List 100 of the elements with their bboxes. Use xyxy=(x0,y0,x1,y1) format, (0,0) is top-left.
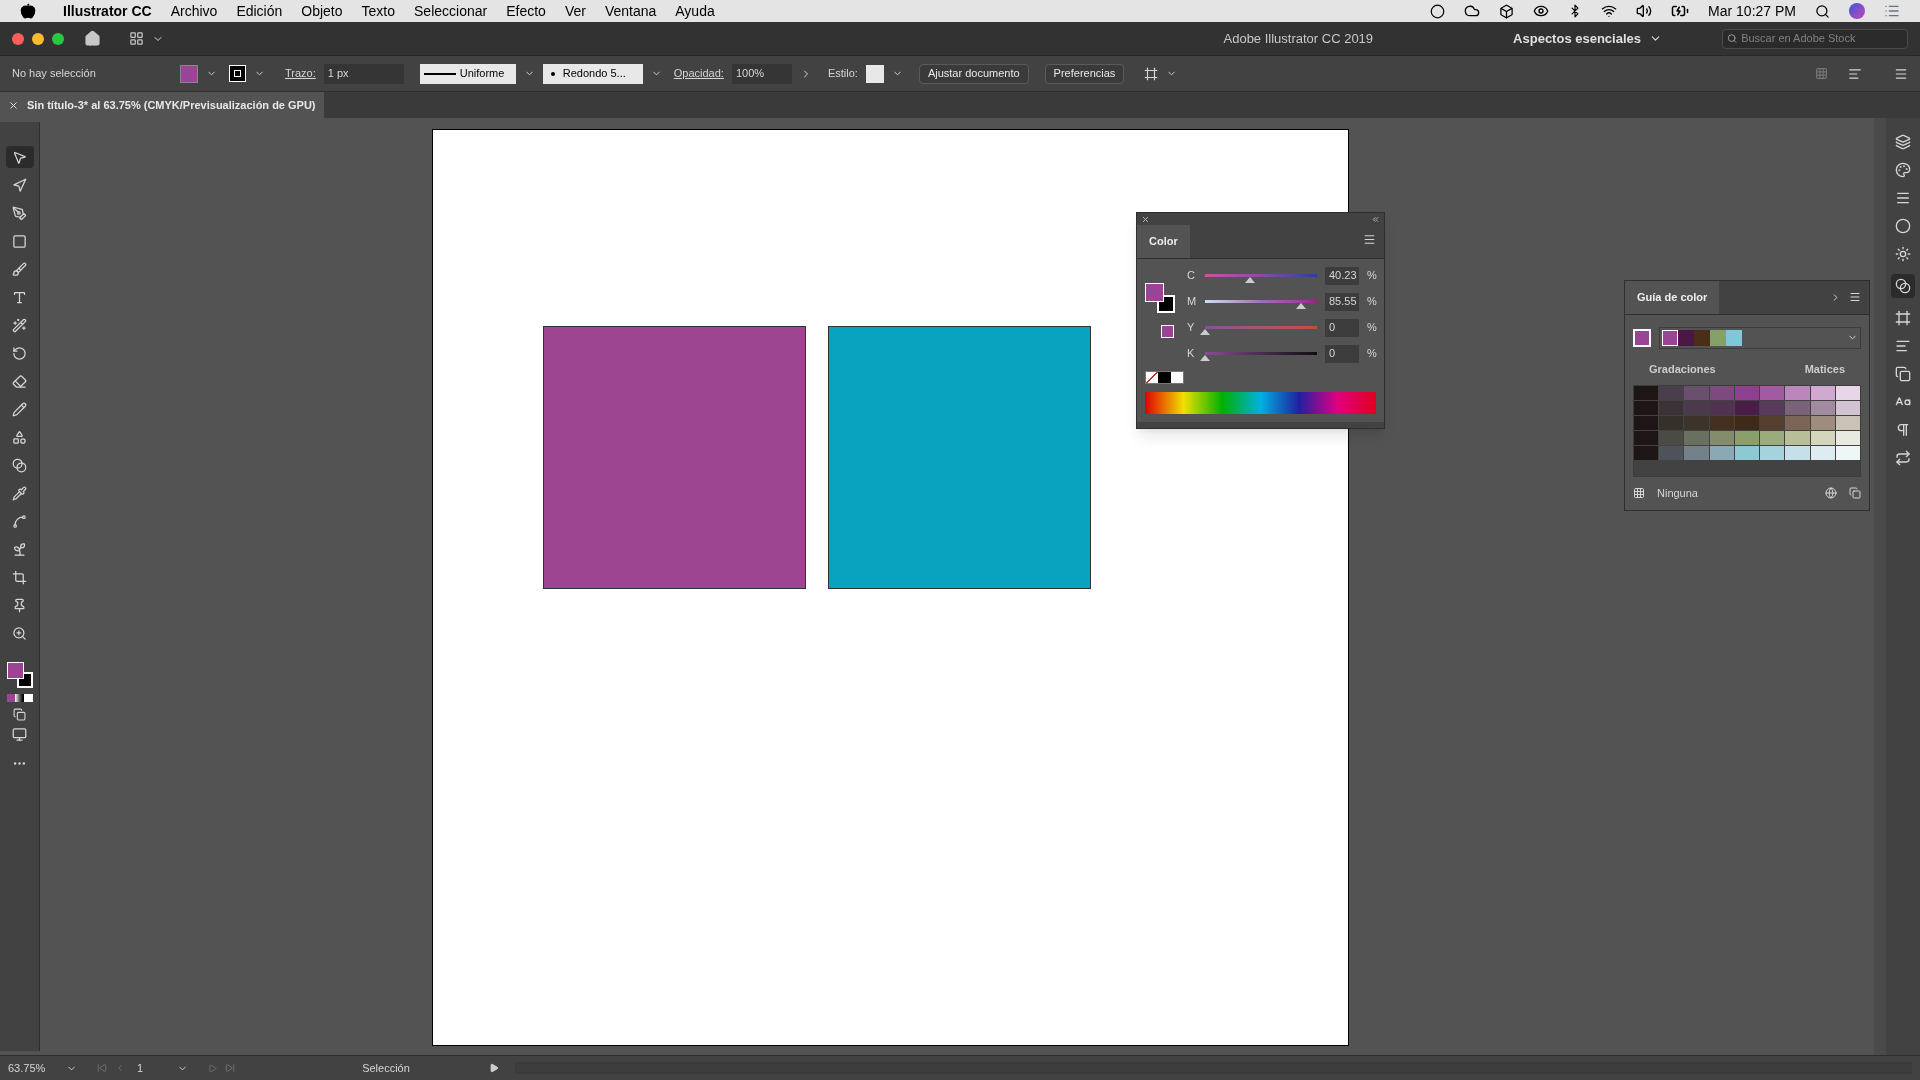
color-variation-swatch[interactable] xyxy=(1785,446,1810,460)
harmony-swatch[interactable] xyxy=(1678,329,1694,346)
color-variation-swatch[interactable] xyxy=(1709,446,1734,460)
color-variation-swatch[interactable] xyxy=(1785,431,1810,445)
color-variation-swatch[interactable] xyxy=(1684,446,1709,460)
harmony-swatch[interactable] xyxy=(1726,329,1742,346)
slider-thumb[interactable] xyxy=(1245,277,1256,283)
quick-swatches[interactable] xyxy=(1145,370,1184,384)
color-variation-swatch[interactable] xyxy=(1810,401,1835,415)
notifications-icon[interactable] xyxy=(1884,3,1900,19)
harmony-swatch[interactable] xyxy=(1662,329,1678,346)
color-variation-swatch[interactable] xyxy=(1734,446,1760,460)
screen-mode-icon[interactable] xyxy=(12,727,27,742)
color-variation-swatch[interactable] xyxy=(1835,401,1860,415)
color-variation-swatch[interactable] xyxy=(1835,416,1860,430)
color-variation-swatch[interactable] xyxy=(1810,386,1835,400)
color-variation-swatch[interactable] xyxy=(1835,431,1860,445)
menu-item[interactable]: Efecto xyxy=(506,0,546,22)
color-variation-swatch[interactable] xyxy=(1659,401,1684,415)
profile-dropdown[interactable]: Uniforme xyxy=(419,63,516,84)
color-variation-swatch[interactable] xyxy=(1659,416,1684,430)
paragraph-icon[interactable] xyxy=(1895,422,1911,438)
color-variation-swatch[interactable] xyxy=(1734,386,1760,400)
palette-icon[interactable] xyxy=(1895,162,1911,178)
opacity-field[interactable]: 100% xyxy=(731,63,792,84)
opacity-label[interactable]: Opacidad: xyxy=(673,65,724,82)
search-icon[interactable] xyxy=(1815,3,1830,19)
fill-stroke-swatch[interactable] xyxy=(6,662,33,688)
color-variation-swatch[interactable] xyxy=(1785,401,1810,415)
color-variation-swatch[interactable] xyxy=(1734,431,1760,445)
stroke-icon[interactable] xyxy=(1895,190,1911,206)
harmony-swatch[interactable] xyxy=(1710,329,1726,346)
color-variation-swatch[interactable] xyxy=(1785,416,1810,430)
color-variation-swatch[interactable] xyxy=(1734,401,1760,415)
slider-thumb[interactable] xyxy=(1295,303,1306,309)
brush-dropdown[interactable]: Redondo 5... xyxy=(542,63,643,84)
color-variation-swatch[interactable] xyxy=(1785,386,1810,400)
menu-icon[interactable] xyxy=(1894,66,1908,81)
color-variation-swatch[interactable] xyxy=(1634,401,1659,415)
slider-thumb[interactable] xyxy=(1200,355,1210,361)
color-variation-swatch[interactable] xyxy=(1634,446,1659,460)
color-variation-swatch[interactable] xyxy=(1709,386,1734,400)
draw-mode-icon[interactable] xyxy=(13,708,26,721)
color-variation-swatch[interactable] xyxy=(1835,446,1860,460)
transform-icon[interactable] xyxy=(1144,66,1159,81)
color-variation-swatch[interactable] xyxy=(1659,431,1684,445)
color-variation-swatch[interactable] xyxy=(1659,386,1684,400)
color-variation-swatch[interactable] xyxy=(1659,446,1684,460)
color-variation-swatch[interactable] xyxy=(1760,446,1785,460)
color-variation-swatch[interactable] xyxy=(1810,446,1835,460)
workspace-switcher[interactable]: Aspectos esenciales xyxy=(1501,28,1674,49)
circle-icon[interactable] xyxy=(1895,218,1911,234)
apple-icon[interactable] xyxy=(20,3,36,19)
close-icon[interactable] xyxy=(8,99,19,111)
menu-item[interactable]: Ver xyxy=(564,0,586,22)
box-icon[interactable] xyxy=(1499,3,1515,19)
layers-icon[interactable] xyxy=(1895,134,1911,150)
color-variation-swatch[interactable] xyxy=(1810,416,1835,430)
play-icon[interactable] xyxy=(489,1063,499,1073)
color-variation-swatch[interactable] xyxy=(1634,416,1659,430)
tool-button[interactable] xyxy=(5,146,34,168)
stroke-swatch-icon[interactable] xyxy=(229,65,246,82)
menu-icon[interactable] xyxy=(1849,291,1861,304)
color-variation-swatch[interactable] xyxy=(1684,386,1709,400)
layout-icon[interactable] xyxy=(129,31,144,46)
close-icon[interactable] xyxy=(12,32,24,45)
color-variation-swatch[interactable] xyxy=(1684,416,1709,430)
clock[interactable]: Mar 10:27 PM xyxy=(1708,0,1796,22)
color-variation-swatch[interactable] xyxy=(1760,416,1785,430)
cloud-icon[interactable] xyxy=(1464,3,1481,19)
toolbar-button[interactable]: Preferencias xyxy=(1044,63,1125,84)
opentype-icon[interactable] xyxy=(1895,450,1911,466)
zoom-icon[interactable] xyxy=(52,32,64,45)
slider-thumb[interactable] xyxy=(1200,329,1210,335)
panel-tab[interactable]: Guía de color xyxy=(1625,281,1720,314)
color-variation-swatch[interactable] xyxy=(1760,386,1785,400)
zoom-field[interactable]: 63.75% xyxy=(8,1059,58,1077)
panel-tab[interactable]: Color xyxy=(1137,225,1190,258)
menu-item[interactable]: Ayuda xyxy=(675,0,715,22)
menu-item[interactable]: Archivo xyxy=(170,0,218,22)
style-swatch[interactable] xyxy=(865,64,884,83)
align-icon[interactable] xyxy=(1848,66,1862,81)
wifi-icon[interactable] xyxy=(1601,3,1618,19)
color-variation-swatch[interactable] xyxy=(1684,431,1709,445)
menu-item[interactable]: Edición xyxy=(236,0,283,22)
color-variation-swatch[interactable] xyxy=(1684,401,1709,415)
color-variation-swatch[interactable] xyxy=(1760,401,1785,415)
color-spectrum[interactable] xyxy=(1145,391,1376,414)
search-field[interactable]: Buscar en Adobe Stock xyxy=(1722,28,1908,49)
search-input[interactable]: Buscar en Adobe Stock xyxy=(1741,30,1903,47)
harmony-swatch[interactable] xyxy=(1694,329,1710,346)
out-of-gamut-swatch[interactable] xyxy=(1161,324,1174,338)
color-variation-swatch[interactable] xyxy=(1760,431,1785,445)
channel-value-field[interactable]: 85.55 xyxy=(1325,292,1359,311)
library-icon[interactable] xyxy=(1633,487,1645,500)
save-swatches-icon[interactable] xyxy=(1849,487,1861,500)
artboard-field[interactable]: 1 xyxy=(133,1059,169,1077)
record-icon[interactable] xyxy=(1430,3,1446,19)
color-variation-swatch[interactable] xyxy=(1734,416,1760,430)
eye-icon[interactable] xyxy=(1533,3,1550,19)
